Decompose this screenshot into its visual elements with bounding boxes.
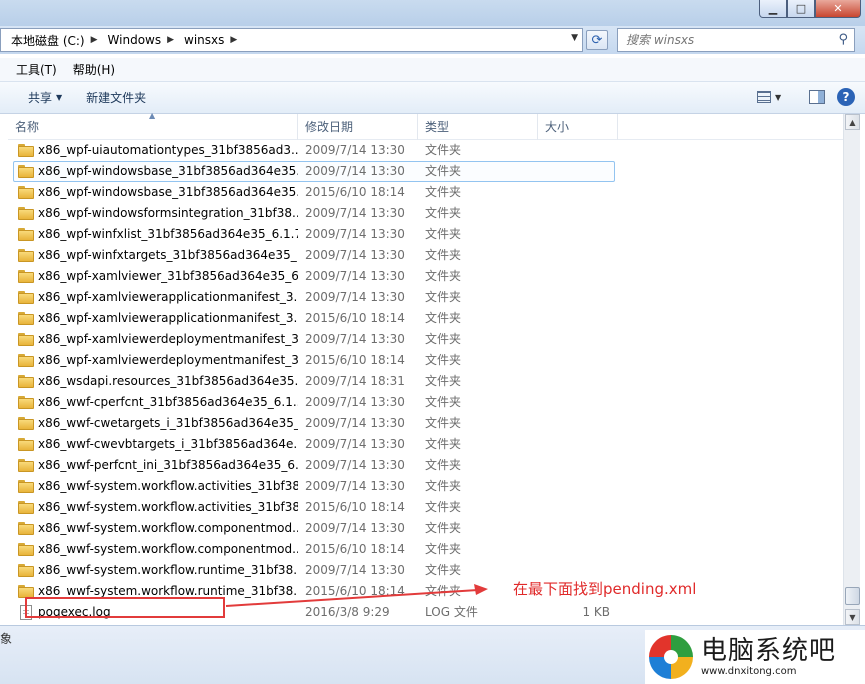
annotation-text: 在最下面找到pending.xml — [513, 580, 697, 598]
watermark-url: www.dnxitong.com — [701, 666, 797, 677]
watermark-title: 电脑系统吧 — [701, 636, 837, 666]
annotation-arrow — [225, 584, 488, 607]
windows-logo-icon — [649, 635, 693, 679]
watermark: 电脑系统吧 www.dnxitong.com — [645, 630, 865, 684]
explorer-window: ▁ □ ✕ 本地磁盘 (C:) ▶ Windows ▶ winsxs ▶ ▼ ⟳… — [0, 0, 865, 684]
